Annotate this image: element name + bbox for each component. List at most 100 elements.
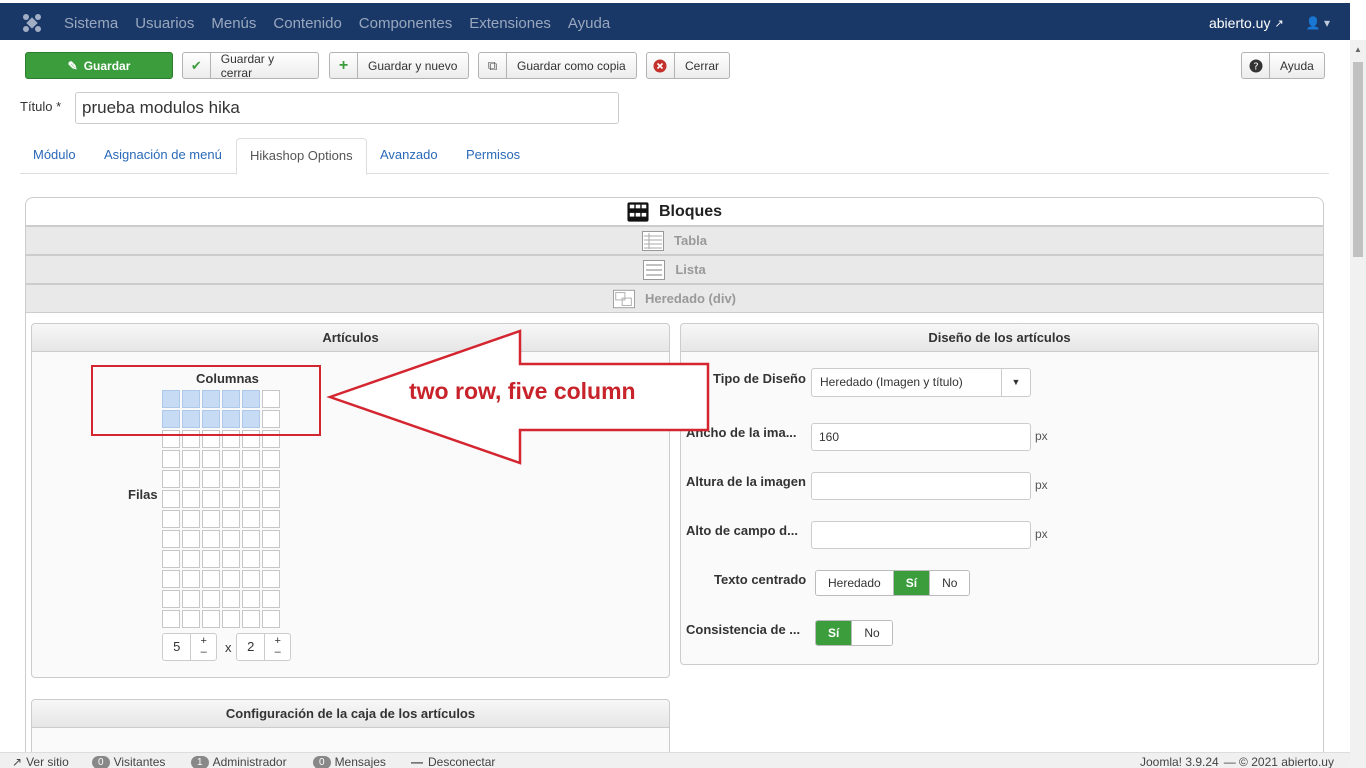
grid-cell[interactable] (182, 450, 200, 468)
grid-cell[interactable] (262, 590, 280, 608)
title-input[interactable]: prueba modulos hika (75, 92, 619, 124)
menu-contenido[interactable]: Contenido (273, 15, 341, 32)
caret-down-icon[interactable]: ▼ (1001, 369, 1030, 396)
grid-cell[interactable] (222, 470, 240, 488)
rows-value[interactable]: 2 (237, 634, 264, 660)
grid-cell[interactable] (222, 590, 240, 608)
close-button[interactable]: Cerrar (646, 52, 730, 79)
layout-tabla[interactable]: Tabla (25, 226, 1324, 255)
grid-cell[interactable] (182, 610, 200, 628)
grid-cell[interactable] (162, 530, 180, 548)
centered-text-toggle[interactable]: Heredado Sí No (815, 570, 971, 596)
help-button[interactable]: ? Ayuda (1241, 52, 1325, 79)
save-new-button[interactable]: + Guardar y nuevo (329, 52, 469, 79)
menu-ayuda[interactable]: Ayuda (568, 15, 610, 32)
grid-cell[interactable] (162, 450, 180, 468)
grid-cell[interactable] (162, 470, 180, 488)
grid-cell[interactable] (242, 510, 260, 528)
tab-asignacion-menu[interactable]: Asignación de menú (91, 138, 235, 174)
save-close-button[interactable]: ✔ Guardar y cerrar (182, 52, 319, 80)
grid-cell[interactable] (162, 570, 180, 588)
centered-no-option[interactable]: No (930, 571, 970, 595)
tab-modulo[interactable]: Módulo (20, 138, 89, 174)
image-width-input[interactable]: 160 (811, 423, 1031, 451)
columns-value[interactable]: 5 (163, 634, 190, 660)
scroll-up-icon[interactable]: ▲ (1354, 45, 1362, 54)
grid-cell[interactable] (222, 550, 240, 568)
consistency-si-option[interactable]: Sí (816, 621, 853, 645)
grid-cell[interactable] (262, 450, 280, 468)
grid-cell[interactable] (222, 510, 240, 528)
minus-icon[interactable]: – (201, 647, 207, 658)
grid-cell[interactable] (202, 490, 220, 508)
grid-cell[interactable] (182, 530, 200, 548)
columns-plus-minus[interactable]: + – (190, 634, 216, 660)
grid-cell[interactable] (262, 570, 280, 588)
menu-menus[interactable]: Menús (211, 15, 256, 32)
layout-lista[interactable]: Lista (25, 255, 1324, 284)
messages-item[interactable]: 0 Mensajes (313, 755, 386, 768)
consistency-toggle[interactable]: Sí No (815, 620, 893, 646)
grid-cell[interactable] (202, 470, 220, 488)
grid-cell[interactable] (182, 470, 200, 488)
grid-cell[interactable] (222, 530, 240, 548)
grid-cell[interactable] (242, 610, 260, 628)
columns-stepper[interactable]: 5 + – (162, 633, 217, 661)
grid-cell[interactable] (222, 490, 240, 508)
scrollbar-thumb[interactable] (1353, 62, 1363, 257)
grid-cell[interactable] (182, 550, 200, 568)
grid-cell[interactable] (242, 450, 260, 468)
grid-cell[interactable] (202, 550, 220, 568)
grid-cell[interactable] (202, 510, 220, 528)
grid-cell[interactable] (262, 470, 280, 488)
grid-cell[interactable] (242, 590, 260, 608)
grid-cell[interactable] (182, 490, 200, 508)
grid-cell[interactable] (242, 490, 260, 508)
centered-si-option[interactable]: Sí (893, 571, 931, 595)
centered-heredado-option[interactable]: Heredado (816, 571, 894, 595)
layout-type-select[interactable]: Heredado (Imagen y título) ▼ (811, 368, 1031, 397)
layout-bloques[interactable]: Bloques (25, 197, 1324, 226)
grid-cell[interactable] (222, 570, 240, 588)
grid-cell[interactable] (242, 550, 260, 568)
rows-plus-minus[interactable]: + – (264, 634, 290, 660)
grid-cell[interactable] (242, 570, 260, 588)
grid-cell[interactable] (262, 530, 280, 548)
grid-cell[interactable] (202, 570, 220, 588)
grid-cell[interactable] (262, 490, 280, 508)
layout-heredado[interactable]: Heredado (div) (25, 284, 1324, 313)
logout-link[interactable]: — Desconectar (411, 755, 495, 768)
user-menu-icon[interactable]: 👤 ▾ (1306, 16, 1330, 30)
tab-hikashop-options[interactable]: Hikashop Options (236, 138, 367, 175)
grid-cell[interactable] (202, 590, 220, 608)
menu-sistema[interactable]: Sistema (64, 15, 118, 32)
grid-cell[interactable] (182, 510, 200, 528)
field-height-input[interactable] (811, 521, 1031, 549)
grid-cell[interactable] (162, 490, 180, 508)
minus-icon[interactable]: – (275, 647, 281, 658)
grid-cell[interactable] (262, 510, 280, 528)
grid-cell[interactable] (202, 450, 220, 468)
menu-usuarios[interactable]: Usuarios (135, 15, 194, 32)
save-button[interactable]: ✎ Guardar (25, 52, 173, 79)
tab-avanzado[interactable]: Avanzado (367, 138, 451, 174)
grid-cell[interactable] (202, 530, 220, 548)
tab-permisos[interactable]: Permisos (453, 138, 533, 174)
page-scrollbar[interactable]: ▲ (1350, 40, 1366, 768)
grid-cell[interactable] (162, 510, 180, 528)
grid-cell[interactable] (242, 530, 260, 548)
grid-cell[interactable] (222, 450, 240, 468)
grid-cell[interactable] (202, 610, 220, 628)
view-site-link[interactable]: ↗ Ver sitio (12, 755, 69, 768)
grid-cell[interactable] (182, 590, 200, 608)
grid-cell[interactable] (162, 590, 180, 608)
grid-cell[interactable] (162, 610, 180, 628)
save-copy-button[interactable]: ⧉ Guardar como copia (478, 52, 637, 79)
menu-extensiones[interactable]: Extensiones (469, 15, 551, 32)
grid-cell[interactable] (162, 550, 180, 568)
image-height-input[interactable] (811, 472, 1031, 500)
site-link[interactable]: abierto.uy (1209, 15, 1270, 31)
consistency-no-option[interactable]: No (852, 621, 892, 645)
rows-stepper[interactable]: 2 + – (236, 633, 291, 661)
grid-cell[interactable] (242, 470, 260, 488)
